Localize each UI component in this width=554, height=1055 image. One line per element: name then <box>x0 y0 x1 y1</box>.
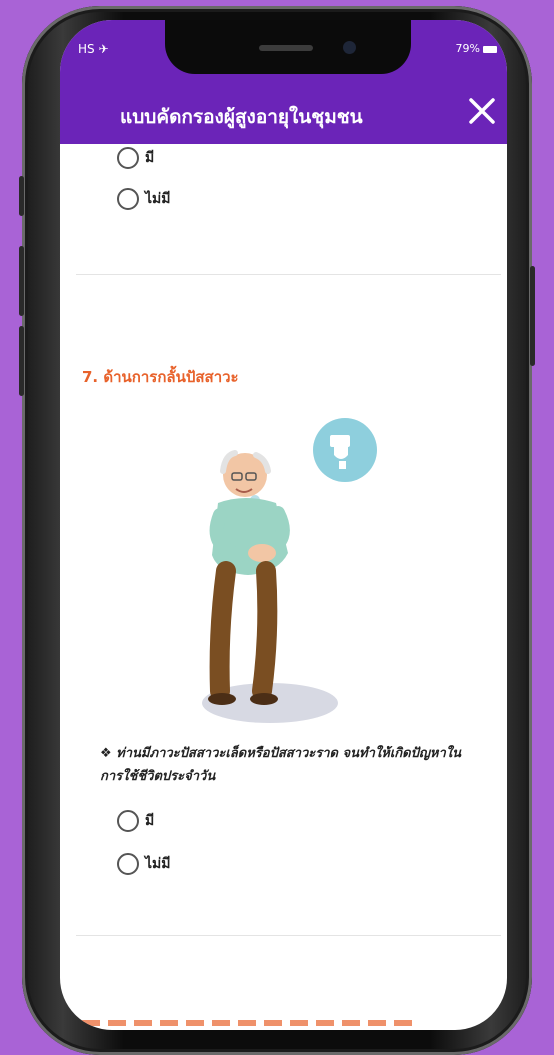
radio-button[interactable] <box>117 853 139 875</box>
section-divider <box>76 935 501 936</box>
option-label: มี <box>145 813 155 829</box>
radio-button[interactable] <box>117 810 139 832</box>
option-yes[interactable]: มี <box>117 810 154 832</box>
page-title: แบบคัดกรองผู้สูงอายุในชุมชน <box>120 106 363 128</box>
radio-button[interactable] <box>117 188 139 210</box>
status-bar-right: 79% <box>456 42 497 55</box>
status-bar-left: HS ✈ <box>78 42 109 56</box>
speaker-grille <box>259 45 313 51</box>
battery-percent: 79% <box>455 42 480 55</box>
elderly-man-toilet-illustration <box>202 418 377 723</box>
option-label: มี <box>145 150 155 166</box>
radio-button[interactable] <box>117 147 139 169</box>
option-label: ไม่มี <box>145 856 171 872</box>
front-camera <box>343 41 356 54</box>
close-icon <box>469 98 495 124</box>
option-label: ไม่มี <box>145 191 171 207</box>
phone-screen: HS ✈ 79% แบบคัดกรองผู้สูงอายุในชุมชน มี … <box>60 20 507 1030</box>
power-button <box>530 266 535 366</box>
volume-up-button <box>19 246 24 316</box>
app-header: HS ✈ 79% แบบคัดกรองผู้สูงอายุในชุมชน <box>60 20 507 144</box>
section-title: 7. ด้านการกลั้นปัสสาวะ <box>82 368 239 386</box>
prev-option-yes[interactable]: มี <box>117 147 154 169</box>
section-divider <box>76 274 501 275</box>
question-text: ❖ ท่านมีภาวะปัสสาวะเล็ดหรือปัสสาวะราด จน… <box>100 746 462 784</box>
prev-option-no[interactable]: ไม่มี <box>117 188 171 210</box>
option-no[interactable]: ไม่มี <box>117 853 171 875</box>
close-button[interactable] <box>463 92 501 130</box>
mute-switch <box>19 176 24 216</box>
volume-down-button <box>19 326 24 396</box>
battery-icon <box>483 45 497 53</box>
next-section-title-partial <box>82 1020 412 1026</box>
phone-notch <box>165 20 411 74</box>
